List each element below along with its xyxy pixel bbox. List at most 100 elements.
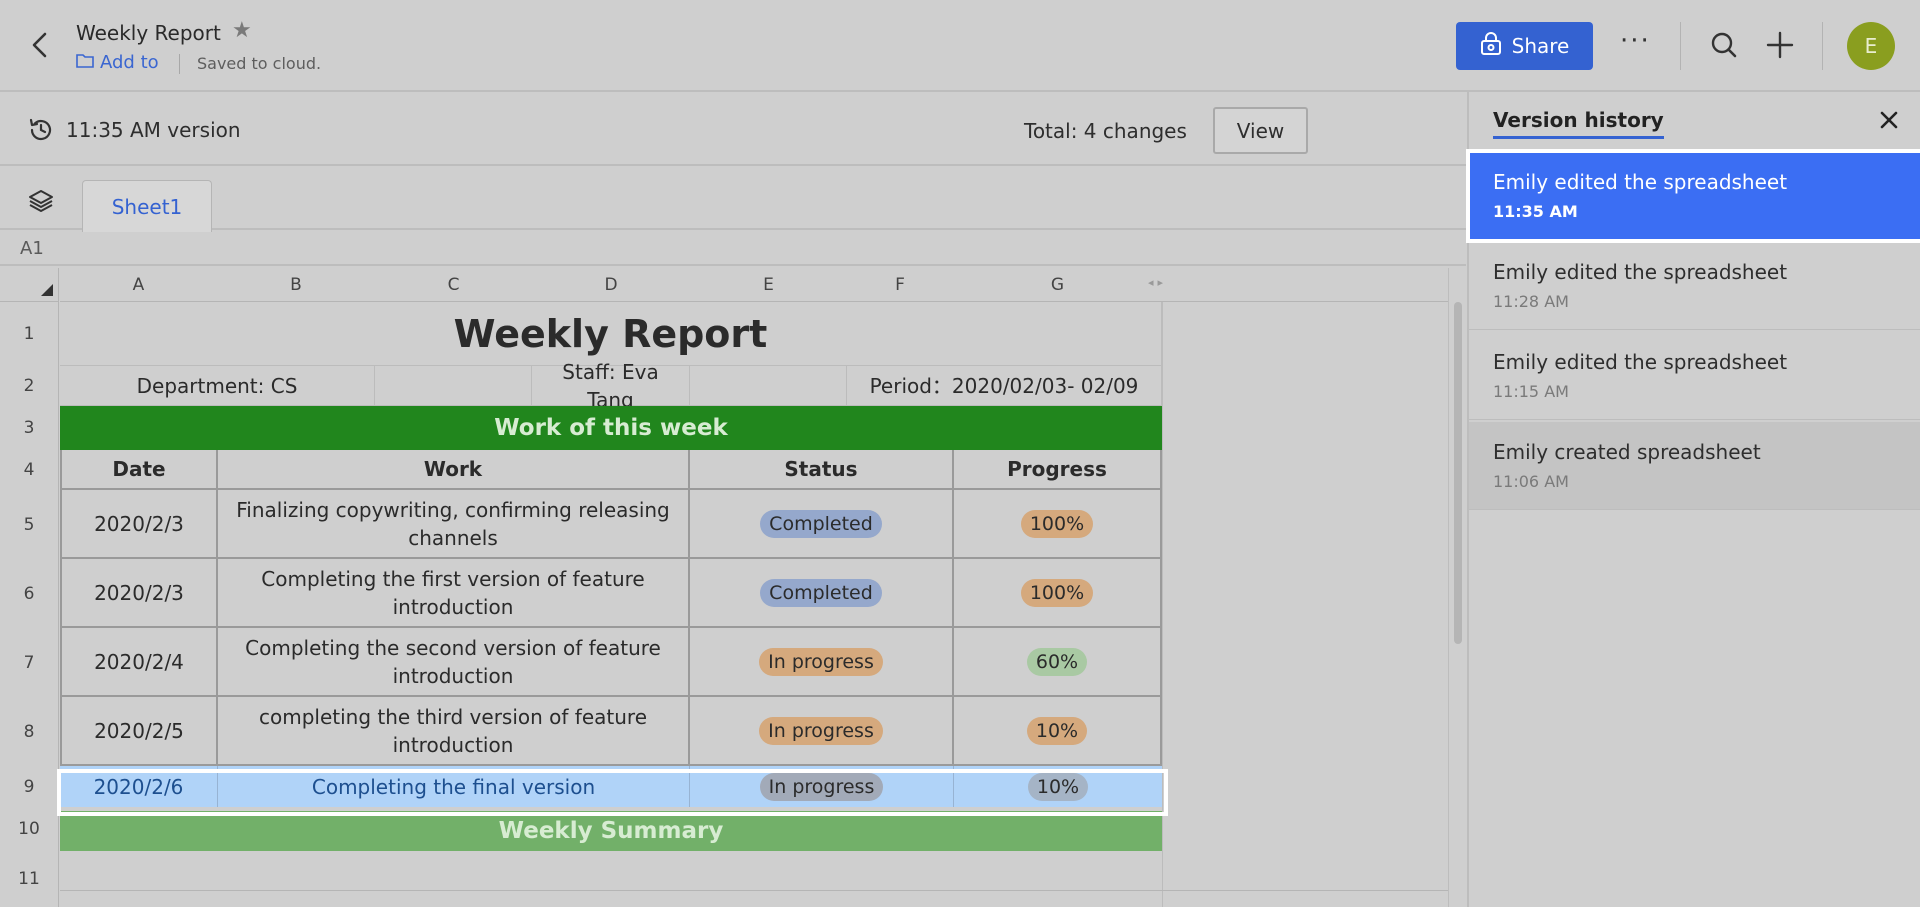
progress-cell[interactable]: 100% xyxy=(954,490,1162,559)
back-arrow-icon[interactable] xyxy=(26,28,56,62)
add-icon[interactable] xyxy=(1766,31,1794,63)
doc-title[interactable]: Weekly Report xyxy=(76,21,221,45)
status-cell[interactable]: In progress xyxy=(690,697,954,766)
row-header[interactable]: 2 xyxy=(0,366,59,406)
progress-badge: 100% xyxy=(1020,578,1094,607)
empty-cell[interactable] xyxy=(375,366,532,406)
panel-title: Version history xyxy=(1493,108,1664,139)
work-cell[interactable]: Completing the second version of feature… xyxy=(218,628,690,697)
layers-icon[interactable] xyxy=(28,189,54,217)
date-cell[interactable]: 2020/2/3 xyxy=(60,559,218,628)
cell-reference: A1 xyxy=(20,238,44,259)
date-cell[interactable]: 2020/2/5 xyxy=(60,697,218,766)
version-author: Emily edited the spreadsheet xyxy=(1493,260,1788,284)
total-changes: Total: 4 changes xyxy=(1024,119,1187,143)
row-header[interactable]: 3 xyxy=(0,406,59,450)
version-author: Emily edited the spreadsheet xyxy=(1493,170,1788,194)
staff-cell[interactable]: Staff: Eva Tang xyxy=(532,360,690,412)
work-cell[interactable]: completing the third version of feature … xyxy=(218,697,690,766)
version-time: 11:28 AM xyxy=(1493,292,1569,311)
work-cell[interactable]: Finalizing copywriting, confirming relea… xyxy=(218,490,690,559)
column-header[interactable]: E xyxy=(690,268,847,302)
version-item[interactable]: Emily created spreadsheet 11:06 AM xyxy=(1469,422,1920,510)
department-cell[interactable]: Department: CS xyxy=(60,366,375,406)
work-cell[interactable]: Completing the first version of feature … xyxy=(218,559,690,628)
column-header[interactable]: G xyxy=(953,268,1162,302)
column-header[interactable]: F xyxy=(847,268,953,302)
report-title[interactable]: Weekly Report xyxy=(60,302,1162,366)
row-header[interactable]: 9 xyxy=(0,766,59,807)
grid-border xyxy=(1162,302,1163,907)
column-header[interactable]: A xyxy=(60,268,217,302)
progress-header[interactable]: Progress xyxy=(954,450,1162,490)
progress-badge: 100% xyxy=(1020,509,1094,538)
column-header[interactable]: D xyxy=(532,268,690,302)
status-badge: In progress xyxy=(759,772,884,801)
share-lock-icon xyxy=(1480,31,1502,61)
progress-cell[interactable]: 60% xyxy=(954,628,1162,697)
progress-badge: 60% xyxy=(1026,647,1088,676)
row-header[interactable]: 5 xyxy=(0,490,59,559)
add-to-label: Add to xyxy=(100,52,159,73)
date-cell[interactable]: 2020/2/6 xyxy=(60,766,218,807)
progress-cell[interactable]: 10% xyxy=(954,697,1162,766)
work-cell[interactable]: Completing the final version xyxy=(218,766,690,807)
select-all-corner[interactable] xyxy=(0,268,59,302)
period-cell[interactable]: Period：2020/02/03- 02/09 xyxy=(847,366,1162,406)
date-cell[interactable]: 2020/2/4 xyxy=(60,628,218,697)
row-header[interactable]: 1 xyxy=(0,302,59,366)
top-bar: Weekly Report ★ Add to Saved to cloud. S… xyxy=(0,0,1920,92)
scrollbar-thumb[interactable] xyxy=(1454,302,1462,644)
vertical-scrollbar[interactable] xyxy=(1448,268,1466,907)
work-header[interactable]: Work xyxy=(218,450,690,490)
column-header[interactable]: B xyxy=(217,268,375,302)
version-item[interactable]: Emily edited the spreadsheet 11:28 AM xyxy=(1469,242,1920,330)
version-label: 11:35 AM version xyxy=(66,118,241,142)
status-badge: In progress xyxy=(759,647,883,676)
tab-sheet1[interactable]: Sheet1 xyxy=(82,180,212,232)
row-header[interactable]: 11 xyxy=(0,851,59,907)
progress-cell[interactable]: 100% xyxy=(954,559,1162,628)
progress-cell[interactable]: 10% xyxy=(954,766,1162,807)
column-header[interactable]: C xyxy=(375,268,532,302)
row-header[interactable]: 10 xyxy=(0,807,59,851)
status-cell[interactable]: In progress xyxy=(690,628,954,697)
row-header[interactable]: 7 xyxy=(0,628,59,697)
version-bar: 11:35 AM version Total: 4 changes View xyxy=(0,94,1466,166)
version-item[interactable]: Emily edited the spreadsheet 11:15 AM xyxy=(1469,332,1920,420)
column-scroll-arrows[interactable]: ◂▸ xyxy=(1148,276,1167,289)
star-icon[interactable]: ★ xyxy=(232,18,252,43)
status-cell[interactable]: Completed xyxy=(690,559,954,628)
version-time: 11:35 AM xyxy=(1493,202,1578,221)
summary-header[interactable]: Weekly Summary xyxy=(60,811,1162,851)
close-icon[interactable] xyxy=(1879,110,1899,134)
row-header[interactable]: 4 xyxy=(0,450,59,490)
more-options-icon[interactable]: ··· xyxy=(1620,26,1651,56)
row-header[interactable]: 8 xyxy=(0,697,59,766)
date-header[interactable]: Date xyxy=(60,450,218,490)
view-button[interactable]: View xyxy=(1213,107,1308,154)
name-box[interactable]: A1 xyxy=(0,232,1466,266)
version-author: Emily created spreadsheet xyxy=(1493,440,1761,464)
progress-badge: 10% xyxy=(1027,772,1089,801)
status-cell[interactable]: Completed xyxy=(690,490,954,559)
status-cell[interactable]: In progress xyxy=(690,766,954,807)
version-item-active[interactable]: Emily edited the spreadsheet 11:35 AM xyxy=(1466,149,1920,243)
section-header[interactable]: Work of this week xyxy=(60,406,1162,450)
empty-cell[interactable] xyxy=(690,366,847,406)
date-cell[interactable]: 2020/2/3 xyxy=(60,490,218,559)
status-header[interactable]: Status xyxy=(690,450,954,490)
avatar[interactable]: E xyxy=(1847,22,1895,70)
progress-badge: 10% xyxy=(1026,716,1088,745)
version-history-panel: Version history Emily edited the spreads… xyxy=(1466,92,1920,907)
version-time: 11:06 AM xyxy=(1493,472,1569,491)
share-button[interactable]: Share xyxy=(1456,22,1593,70)
column-header-empty xyxy=(1162,268,1448,302)
row-header[interactable]: 6 xyxy=(0,559,59,628)
version-author: Emily edited the spreadsheet xyxy=(1493,350,1788,374)
search-icon[interactable] xyxy=(1710,31,1738,63)
divider xyxy=(1822,22,1823,70)
add-to-button[interactable]: Add to xyxy=(76,52,159,73)
spreadsheet-grid[interactable]: A B C D E F G ◂▸ 1 2 3 4 5 6 7 8 9 10 11… xyxy=(0,268,1448,907)
horizontal-scrollbar[interactable] xyxy=(60,890,1448,891)
